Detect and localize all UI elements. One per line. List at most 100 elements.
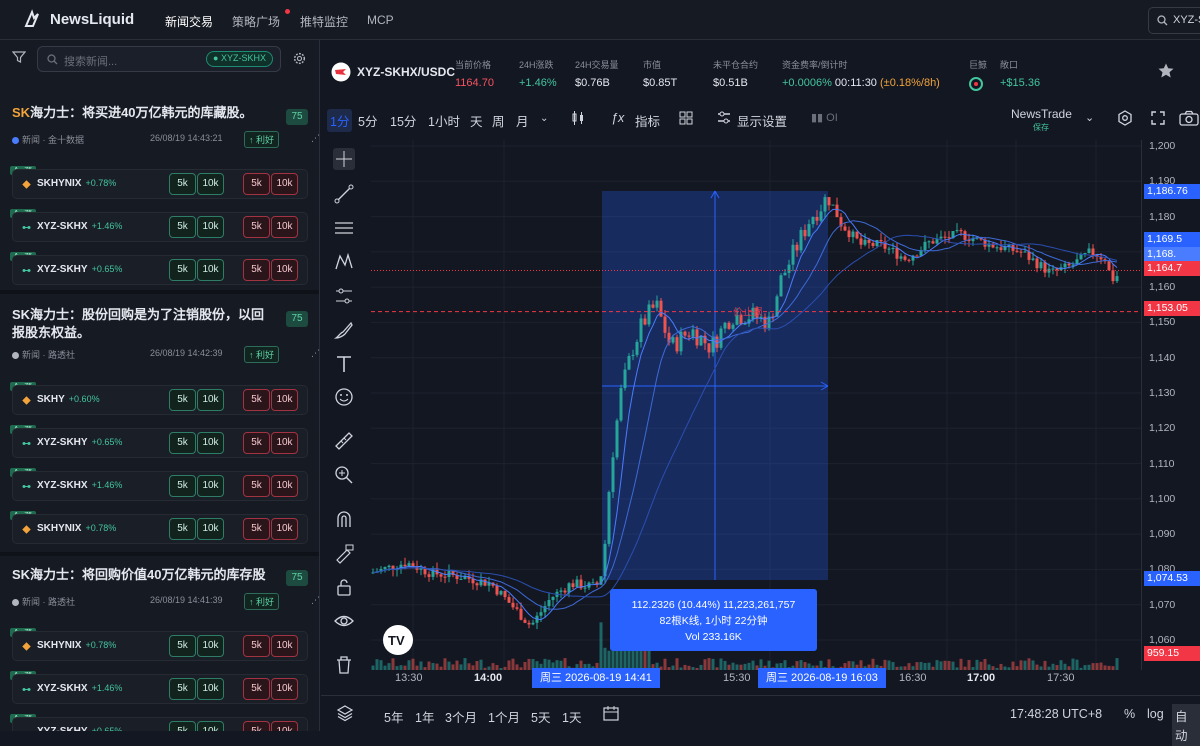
buy-5k-button[interactable]: 5k	[169, 216, 196, 238]
range-1y[interactable]: 1年	[415, 707, 434, 726]
interval-15m[interactable]: 15分	[390, 111, 416, 130]
token-row[interactable]: XYZ-SKHX +1.46% 5k 10k 5k 10k	[12, 212, 308, 242]
app-logo[interactable]: NewsLiquid	[22, 9, 134, 29]
sell-5k-button[interactable]: 5k	[243, 389, 270, 411]
sell-10k-button[interactable]: 10k	[271, 173, 298, 195]
settings-sliders-icon[interactable]	[716, 110, 732, 126]
auto-scale-toggle[interactable]: 自动	[1172, 704, 1200, 746]
symbol-header[interactable]: XYZ-SKHX/USDC	[331, 62, 455, 82]
token-row[interactable]: XYZ-SKHY+0.65%5k10k5k10k	[12, 717, 308, 731]
buy-5k-button[interactable]: 5k	[169, 635, 196, 657]
camera-icon[interactable]	[1178, 109, 1200, 127]
chevron-down-icon[interactable]: ⌄	[1085, 111, 1094, 124]
sell-5k-button[interactable]: 5k	[243, 259, 270, 281]
interval-1m[interactable]: 1分	[327, 109, 353, 132]
sell-10k-button[interactable]: 10k	[271, 635, 298, 657]
interval-day[interactable]: 天	[470, 111, 483, 130]
symbol-filter-tag[interactable]: ● XYZ-SKHX	[206, 51, 273, 67]
token-row[interactable]: SKHYNIX +0.78% 5k 10k 5k 10k	[12, 514, 308, 544]
sell-5k-button[interactable]: 5k	[243, 173, 270, 195]
buy-10k-button[interactable]: 10k	[197, 518, 224, 540]
buy-5k-button[interactable]: 5k	[169, 475, 196, 497]
range-5y[interactable]: 5年	[384, 707, 403, 726]
buy-5k-button[interactable]: 5k	[169, 432, 196, 454]
sell-10k-button[interactable]: 10k	[271, 721, 298, 731]
chevron-down-icon[interactable]: ⌄	[540, 113, 548, 124]
nav-strategy-square[interactable]: 策略广场	[232, 13, 280, 30]
fullscreen-icon[interactable]	[1150, 110, 1166, 126]
nav-mcp[interactable]: MCP	[367, 13, 394, 27]
crosshair-icon[interactable]	[333, 148, 355, 170]
zoom-in-icon[interactable]	[333, 464, 355, 486]
buy-10k-button[interactable]: 10k	[197, 635, 224, 657]
sell-10k-button[interactable]: 10k	[271, 389, 298, 411]
buy-10k-button[interactable]: 10k	[197, 432, 224, 454]
share-icon[interactable]: ⋰	[311, 348, 319, 359]
interval-week[interactable]: 周	[492, 111, 505, 130]
sell-5k-button[interactable]: 5k	[243, 635, 270, 657]
clock-display[interactable]: 17:48:28 UTC+8	[1010, 707, 1102, 721]
buy-10k-button[interactable]: 10k	[197, 721, 224, 731]
log-toggle[interactable]: log	[1147, 707, 1164, 721]
sell-5k-button[interactable]: 5k	[243, 518, 270, 540]
trend-line-icon[interactable]	[333, 183, 355, 205]
magnet-icon[interactable]	[333, 508, 355, 530]
nav-twitter-monitor[interactable]: 推特监控	[300, 13, 348, 30]
share-icon[interactable]: ⋰	[311, 133, 319, 144]
token-row[interactable]: SKHYNIX +0.78% 5k 10k 5k 10k	[12, 169, 308, 199]
price-axis[interactable]: 1,2001,1901,1801,1701,1601,1501,1401,130…	[1141, 140, 1200, 670]
buy-5k-button[interactable]: 5k	[169, 259, 196, 281]
sell-10k-button[interactable]: 10k	[271, 678, 298, 700]
star-icon[interactable]	[1157, 62, 1175, 80]
token-row[interactable]: XYZ-SKHX +1.46% 5k 10k 5k 10k	[12, 674, 308, 704]
eye-icon[interactable]	[333, 610, 355, 632]
token-row[interactable]: SKHYNIX +0.78% 5k 10k 5k 10k	[12, 631, 308, 661]
token-row[interactable]: XYZ-SKHX +1.46% 5k 10k 5k 10k	[12, 471, 308, 501]
token-row[interactable]: SKHY +0.60% 5k 10k 5k 10k	[12, 385, 308, 415]
buy-10k-button[interactable]: 10k	[197, 173, 224, 195]
emoji-icon[interactable]	[333, 386, 355, 408]
sell-5k-button[interactable]: 5k	[243, 216, 270, 238]
share-icon[interactable]: ⋰	[311, 595, 319, 606]
buy-10k-button[interactable]: 10k	[197, 216, 224, 238]
calendar-icon[interactable]	[602, 704, 620, 722]
trash-icon[interactable]	[333, 654, 355, 676]
buy-5k-button[interactable]: 5k	[169, 173, 196, 195]
sell-10k-button[interactable]: 10k	[271, 518, 298, 540]
layout-name[interactable]: NewsTrade	[1011, 107, 1072, 121]
unlock-icon[interactable]	[333, 576, 355, 598]
indicators-button[interactable]: 指标	[635, 111, 660, 130]
horizontal-lines-icon[interactable]	[333, 217, 355, 239]
display-settings-button[interactable]: 显示设置	[737, 111, 787, 130]
news-search-input[interactable]: 搜索新闻... ● XYZ-SKHX	[37, 46, 281, 72]
sell-5k-button[interactable]: 5k	[243, 678, 270, 700]
gear-icon[interactable]	[1116, 109, 1134, 127]
buy-10k-button[interactable]: 10k	[197, 678, 224, 700]
sell-5k-button[interactable]: 5k	[243, 721, 270, 731]
range-5d[interactable]: 5天	[531, 707, 550, 726]
layers-icon[interactable]	[336, 704, 354, 722]
token-row[interactable]: XYZ-SKHY+0.65%5k10k5k10k	[12, 255, 308, 285]
layout-grid-icon[interactable]	[678, 110, 694, 126]
oi-toggle[interactable]: ▮▮ OI	[811, 111, 838, 124]
gear-icon[interactable]	[293, 52, 306, 65]
buy-5k-button[interactable]: 5k	[169, 518, 196, 540]
lock-drawing-icon[interactable]	[333, 542, 355, 564]
function-icon[interactable]: ƒx	[611, 111, 624, 125]
buy-5k-button[interactable]: 5k	[169, 678, 196, 700]
whale-icon[interactable]	[969, 77, 983, 91]
sell-10k-button[interactable]: 10k	[271, 216, 298, 238]
filter-icon[interactable]	[12, 50, 26, 64]
buy-10k-button[interactable]: 10k	[197, 475, 224, 497]
token-row[interactable]: XYZ-SKHY+0.65%5k10k5k10k	[12, 428, 308, 458]
range-1m[interactable]: 1个月	[488, 707, 520, 726]
brush-icon[interactable]	[333, 319, 355, 341]
sell-10k-button[interactable]: 10k	[271, 432, 298, 454]
pattern-icon[interactable]	[333, 251, 355, 273]
buy-10k-button[interactable]: 10k	[197, 259, 224, 281]
prediction-icon[interactable]	[333, 285, 355, 307]
interval-5m[interactable]: 5分	[358, 111, 377, 130]
nav-news-trading[interactable]: 新闻交易	[165, 13, 213, 30]
interval-month[interactable]: 月	[516, 111, 529, 130]
ruler-icon[interactable]	[333, 430, 355, 452]
